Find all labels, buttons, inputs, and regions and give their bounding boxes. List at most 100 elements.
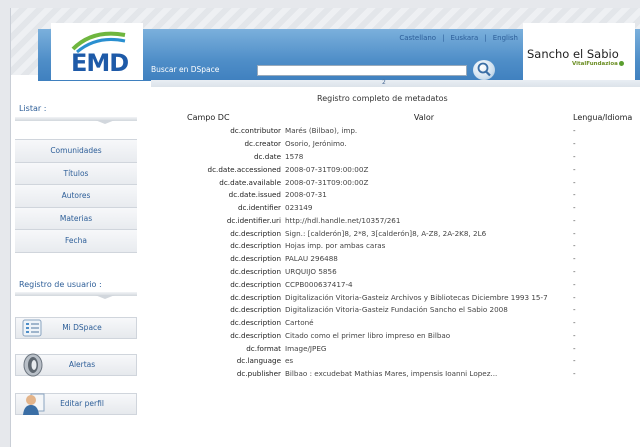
vital-dot-icon [618, 61, 624, 66]
cell-language: - [573, 254, 576, 264]
table-row: dc.description Digitalización Vitoria-Gas… [151, 291, 640, 304]
sidebar-item-autores[interactable]: Autores [15, 185, 137, 208]
cell-language: - [573, 241, 576, 251]
table-row: dc.date.issued 2008-07-31 - [151, 189, 640, 202]
sancho-logo[interactable]: Sancho el Sabio VitalFundazioa [523, 23, 635, 80]
cell-language: - [573, 343, 576, 353]
cell-language: - [573, 164, 576, 174]
metadata-table: Campo DC Valor Lengua/Idioma dc.contribu… [151, 111, 640, 381]
cell-field: dc.creator [244, 139, 281, 149]
table-row: dc.date.available 2008-07-31T09:00:00Z - [151, 176, 640, 189]
cell-field: dc.language [236, 356, 281, 366]
sancho-title: Sancho el Sabio [527, 47, 619, 61]
user-profile-icon [23, 393, 45, 415]
cell-value: Sign.: [calderón]8, 2*8, 3[calderón]8, A… [285, 228, 487, 238]
cell-field: dc.description [230, 279, 281, 289]
cell-field: dc.date.issued [228, 190, 281, 200]
list-icon [22, 319, 42, 337]
cell-field: dc.description [230, 241, 281, 251]
my-dspace-label: Mi DSpace [62, 323, 102, 332]
sidebar-item-titulos[interactable]: Títulos [15, 162, 137, 186]
cell-language: - [573, 292, 576, 302]
cell-field: dc.description [230, 330, 281, 340]
cell-value[interactable]: http://hdl.handle.net/10357/261 [283, 214, 565, 227]
cell-value: 2008-07-31 [285, 190, 327, 200]
cell-language: - [573, 369, 576, 379]
alerts-button[interactable]: Alertas [15, 353, 137, 377]
edit-profile-label: Editar perfil [60, 399, 104, 408]
cell-value: URQUIJO 5856 [285, 266, 337, 276]
cell-field: dc.description [230, 318, 281, 328]
user-heading: Registro de usuario : [19, 280, 102, 289]
sidebar-item-fecha[interactable]: Fecha [15, 230, 137, 253]
my-dspace-button[interactable]: Mi DSpace [15, 317, 137, 339]
search-input[interactable] [257, 65, 467, 76]
bell-icon [23, 353, 43, 377]
search-label: Buscar en DSpace [151, 65, 220, 74]
page-title: Registro completo de metadatos [317, 94, 448, 103]
table-row: dc.description Digitalización Vitoria-Gas… [151, 304, 640, 317]
cell-value: CCPB000637417-4 [285, 279, 353, 289]
table-row: dc.description Hojas imp. por ambas caras… [151, 240, 640, 253]
table-row: dc.contributor Marés (Bilbao), imp. - [151, 125, 640, 138]
cell-value: 2008-07-31T09:00:00Z [285, 177, 369, 187]
cell-value: Cartoné [285, 318, 314, 328]
lang-euskara[interactable]: Euskara [450, 34, 478, 42]
cell-field: dc.description [230, 305, 281, 315]
column-header-value: Valor [413, 113, 435, 122]
table-row: dc.description Cartoné - [151, 317, 640, 330]
cell-language: - [573, 318, 576, 328]
handle-number: 2 [382, 79, 386, 86]
divider [15, 292, 137, 299]
table-row: dc.description URQUIJO 5856 - [151, 266, 640, 279]
cell-value: Digitalización Vitoria-Gasteiz Fundación… [285, 305, 508, 315]
page: EMD Castellano | Euskara | English Buscar en… [10, 8, 640, 447]
table-row: dc.publisher Bilbao : excudebat Mathias M… [151, 368, 640, 381]
magnifier-icon [477, 62, 491, 77]
cell-language: - [573, 330, 576, 340]
cell-value: Hojas imp. por ambas caras [285, 241, 386, 251]
sidebar: Listar : Comunidades Títulos Autores Mat… [11, 88, 141, 447]
search-button[interactable] [473, 60, 495, 80]
table-row: dc.date.accessioned 2008-07-31T09:00:00Z - [151, 163, 640, 176]
table-row: dc.description PALAU 296488 - [151, 253, 640, 266]
cell-value: 2008-07-31T09:00:00Z [285, 164, 369, 174]
cell-value: Bilbao : excudebat Mathias Mares, impens… [285, 369, 498, 379]
emd-logo[interactable]: EMD [51, 23, 143, 80]
sidebar-item-comunidades[interactable]: Comunidades [15, 140, 137, 163]
cell-field: dc.date [253, 151, 281, 161]
cell-field: dc.format [246, 343, 281, 353]
cell-value: Osorio, Jerónimo. [285, 139, 347, 149]
cell-value: 023149 [285, 203, 313, 213]
cell-value: Marés (Bilbao), imp. [285, 126, 358, 136]
cell-language: - [573, 279, 576, 289]
cell-field: dc.description [230, 266, 281, 276]
alerts-label: Alertas [68, 360, 96, 369]
cell-language: - [573, 203, 576, 213]
cell-field: dc.publisher [236, 369, 281, 379]
cell-value: Digitalización Vitoria-Gasteiz Archivos … [285, 292, 548, 302]
lang-separator: | [484, 34, 487, 42]
table-row: dc.identifier 023149 - [151, 202, 640, 215]
edit-profile-button[interactable]: Editar perfil [15, 393, 137, 415]
handle-strip [151, 80, 640, 87]
logo-text: EMD [71, 49, 129, 77]
divider [15, 117, 137, 124]
table-row: dc.creator Osorio, Jerónimo. - [151, 138, 640, 151]
metadata-rows: dc.contributor Marés (Bilbao), imp. - dc.cr… [151, 125, 640, 381]
cell-language: - [573, 266, 576, 276]
cell-field: dc.description [230, 292, 281, 302]
cell-language: - [573, 215, 576, 225]
cell-value: es [285, 356, 294, 366]
sidebar-item-materias[interactable]: Materias [15, 207, 137, 231]
lang-castellano[interactable]: Castellano [399, 34, 436, 42]
table-row: dc.description Sign.: [calderón]8, 2*8, 3… [151, 227, 640, 240]
cell-field: dc.contributor [230, 126, 281, 136]
cell-language: - [573, 228, 576, 238]
cell-value: PALAU 296488 [285, 254, 338, 264]
column-header-language: Lengua/Idioma [573, 113, 633, 122]
cell-field: dc.date.accessioned [207, 164, 281, 174]
table-header-row: Campo DC Valor Lengua/Idioma [151, 111, 640, 125]
lang-english[interactable]: English [493, 34, 518, 42]
browse-nav: Comunidades Títulos Autores Materias Fec… [15, 139, 137, 253]
